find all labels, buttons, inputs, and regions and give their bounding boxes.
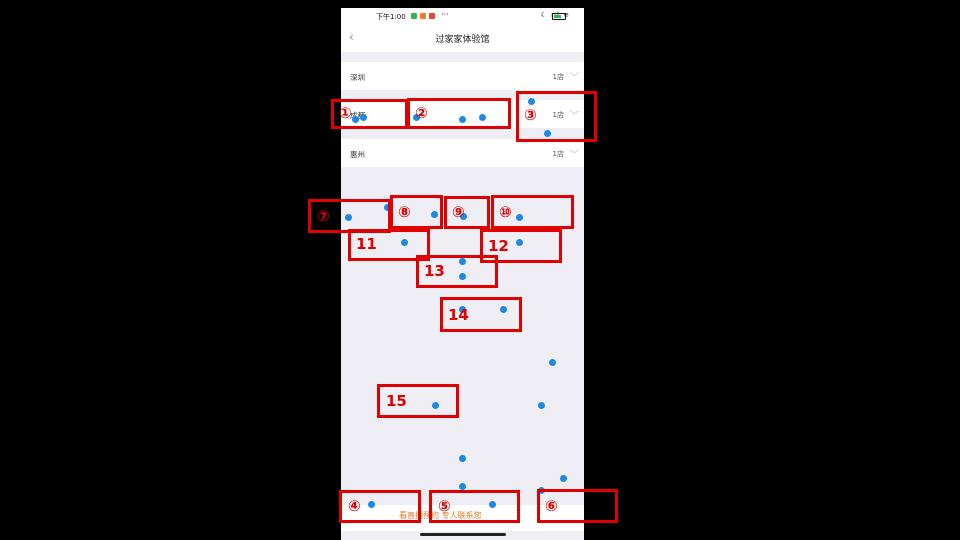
touch-marker [458, 482, 466, 490]
store-count: 1店 [552, 73, 564, 81]
store-count: 1店 [552, 150, 564, 158]
annotation-label-7: ⑦ [317, 207, 330, 225]
more-notifications-icon: ··· [441, 10, 449, 19]
annotation-label-6: ⑥ [545, 497, 558, 515]
app-notification-icon-2 [429, 13, 435, 19]
battery-icon [552, 13, 566, 20]
annotation-label-8: ⑧ [398, 203, 411, 221]
app-notification-icon [420, 13, 426, 19]
nav-bar: ‹ 过家家体验馆 [341, 24, 584, 52]
annotation-label-11: 11 [356, 235, 377, 253]
annotation-label-5: ⑤ [438, 497, 451, 515]
touch-marker [537, 401, 545, 409]
annotation-label-10: ⑩ [499, 203, 512, 221]
city-row-huizhou[interactable]: 惠州 1店 ⌵ [341, 139, 584, 167]
status-time: 下午1:00 [376, 13, 406, 21]
page-title: 过家家体验馆 [435, 35, 490, 45]
annotation-label-9: ⑨ [452, 203, 465, 221]
touch-marker [559, 474, 567, 482]
chevron-down-icon: ⌵ [569, 69, 580, 79]
city-row-shenzhen[interactable]: 深圳 1店 ⌵ [341, 62, 584, 90]
touch-marker [458, 454, 466, 462]
touch-marker [548, 358, 556, 366]
annotation-label-3: ③ [524, 106, 537, 124]
status-bar: 下午1:00 ··· ☾ ııl ≋ [341, 8, 584, 24]
annotation-label-14: 14 [448, 306, 469, 324]
city-name: 深圳 [350, 73, 365, 82]
wechat-notification-icon [411, 13, 417, 19]
annotation-box-9 [444, 196, 490, 229]
annotation-label-12: 12 [488, 237, 509, 255]
annotation-label-4: ④ [348, 497, 361, 515]
annotation-label-13: 13 [424, 262, 445, 280]
annotation-label-2: ② [415, 104, 428, 122]
city-name: 惠州 [350, 150, 365, 159]
chevron-down-icon: ⌵ [569, 146, 580, 156]
annotation-label-15: 15 [386, 392, 407, 410]
home-indicator [420, 533, 506, 536]
annotation-label-1: ① [339, 104, 352, 122]
